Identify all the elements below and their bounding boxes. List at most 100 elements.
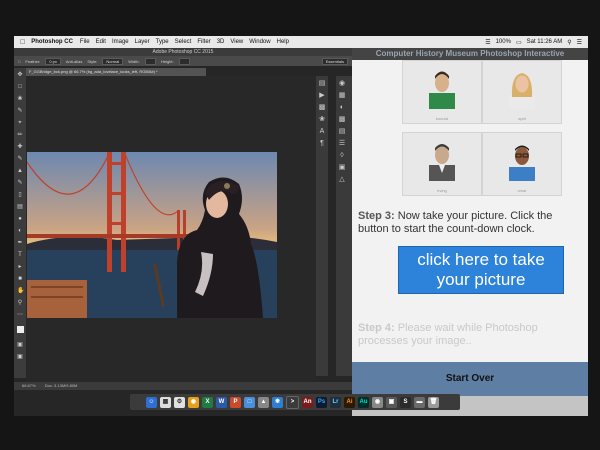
menu-app-name[interactable]: Photoshop CC [31, 39, 73, 45]
menu-file[interactable]: File [80, 39, 90, 45]
options-bar: □ Feather: 0 px Anti-alias Style: Normal… [14, 56, 352, 66]
hand-tool-icon[interactable]: ✋ [17, 288, 24, 294]
crop-tool-icon[interactable]: ⌖ [17, 120, 23, 126]
trash-icon[interactable]: 🗑 [428, 396, 439, 408]
swatches-panel-icon[interactable]: ▦ [338, 92, 346, 100]
type-tool-icon[interactable]: T [17, 252, 23, 258]
battery-percent[interactable]: 100% [496, 39, 511, 45]
quick-select-tool-icon[interactable]: ✎ [17, 108, 23, 114]
menu-filter[interactable]: Filter [197, 39, 210, 45]
lasso-tool-icon[interactable]: ❀ [17, 96, 23, 102]
menu-list-icon[interactable]: ☰ [577, 39, 582, 46]
downloads-stack-icon[interactable]: ▬ [414, 396, 425, 408]
menu-3d[interactable]: 3D [217, 39, 225, 45]
word-icon[interactable]: W [216, 396, 227, 408]
start-over-button[interactable]: Start Over [352, 362, 588, 396]
excel-icon[interactable]: X [202, 396, 213, 408]
zoom-level[interactable]: 66.67% [22, 383, 36, 388]
more-tools-icon[interactable]: ⋯ [17, 312, 23, 318]
face-thumbnail[interactable]: irving [402, 132, 482, 196]
dodge-tool-icon[interactable]: ◐ [17, 228, 23, 234]
battery-icon[interactable]: ▭ [516, 39, 522, 46]
face-thumbnail[interactable]: konrad [402, 60, 482, 124]
marquee-tool-icon[interactable]: □ [17, 84, 23, 90]
quick-mask-icon[interactable]: ▣ [17, 342, 23, 348]
foreground-color-swatch[interactable] [17, 326, 24, 333]
chm-panel-title: Computer History Museum Photoshop Intera… [352, 48, 588, 60]
screen-mode-icon[interactable]: ▣ [17, 354, 23, 360]
menu-edit[interactable]: Edit [96, 39, 106, 45]
animate-icon[interactable]: An [302, 396, 313, 408]
preview-icon[interactable]: □ [244, 396, 255, 408]
actions-panel-icon[interactable]: ▶ [318, 92, 326, 100]
layer-comps-icon[interactable]: ▩ [318, 104, 326, 112]
scripts-icon[interactable]: S [400, 396, 411, 408]
audition-icon[interactable]: Au [358, 396, 369, 408]
libraries-panel-icon[interactable]: ▤ [338, 128, 346, 136]
menu-layer[interactable]: Layer [135, 39, 150, 45]
history-panel-icon[interactable]: ▤ [318, 80, 326, 88]
width-input[interactable] [144, 57, 156, 65]
terminal-icon[interactable]: > [286, 395, 299, 409]
color-panel-icon[interactable]: ◉ [338, 80, 346, 88]
gradient-tool-icon[interactable]: ▤ [17, 204, 23, 210]
blur-tool-icon[interactable]: ● [17, 216, 23, 222]
document-tab[interactable]: F_GGBridge_bck.png @ 66.7% (bg_ada_lovel… [26, 68, 206, 76]
system-preferences-icon[interactable]: ⚙ [174, 396, 185, 408]
launchpad-icon[interactable]: ▦ [160, 396, 171, 408]
lightroom-icon[interactable]: Lr [330, 396, 341, 408]
mac-menubar:  Photoshop CC File Edit Image Layer Typ… [14, 36, 588, 48]
wifi-icon[interactable]: ☰ [485, 39, 490, 46]
style-select[interactable]: Normal [102, 57, 124, 65]
zoom-tool-icon[interactable]: ⚲ [17, 300, 23, 306]
illustrator-icon[interactable]: Ai [344, 396, 355, 408]
apple-icon[interactable]:  [20, 39, 25, 46]
document-image[interactable] [27, 152, 277, 318]
eraser-tool-icon[interactable]: ▯ [17, 192, 23, 198]
photoshop-window-title: Adobe Photoshop CC 2015 [14, 48, 352, 56]
height-input[interactable] [178, 57, 190, 65]
menu-help[interactable]: Help [277, 39, 289, 45]
photo-booth-icon[interactable]: ◉ [372, 396, 383, 408]
photoshop-dock-icon[interactable]: Ps [316, 396, 327, 408]
adjustments-panel-icon[interactable]: ◐ [338, 104, 346, 112]
shape-tool-icon[interactable]: ■ [17, 276, 23, 282]
paths-panel-icon[interactable]: △ [338, 176, 346, 184]
safari-icon[interactable]: ❋ [272, 396, 283, 408]
doc-size[interactable]: Doc: 3.13M/9.80M [45, 383, 78, 388]
layers-panel-icon[interactable]: ◊ [338, 152, 346, 160]
face-thumbnail[interactable]: april [482, 60, 562, 124]
app-store-icon[interactable]: ▲ [258, 396, 269, 408]
move-tool-icon[interactable]: ✥ [17, 72, 23, 78]
character-panel-icon[interactable]: A [318, 128, 326, 136]
menubar-clock[interactable]: Sat 11:26 AM [527, 39, 563, 45]
app-icon[interactable]: ▣ [386, 396, 397, 408]
history-brush-tool-icon[interactable]: ✎ [17, 180, 23, 186]
antialias-checkbox[interactable]: Anti-alias [66, 59, 82, 64]
channels-panel-icon[interactable]: ▣ [338, 164, 346, 172]
menu-type[interactable]: Type [156, 39, 169, 45]
face-thumbnail[interactable]: omar [482, 132, 562, 196]
menu-select[interactable]: Select [175, 39, 192, 45]
powerpoint-icon[interactable]: P [230, 396, 241, 408]
brush-tool-icon[interactable]: ✎ [17, 156, 23, 162]
properties-panel-icon[interactable]: ☰ [338, 140, 346, 148]
brush-presets-icon[interactable]: ❀ [318, 116, 326, 124]
workspace-select[interactable]: Essentials [321, 57, 348, 65]
feather-input[interactable]: 0 px [45, 57, 61, 65]
pen-tool-icon[interactable]: ✒ [17, 240, 23, 246]
healing-tool-icon[interactable]: ✚ [17, 144, 23, 150]
menu-window[interactable]: Window [249, 39, 270, 45]
path-select-tool-icon[interactable]: ▸ [17, 264, 23, 270]
eyedropper-tool-icon[interactable]: ✏ [17, 132, 23, 138]
paragraph-panel-icon[interactable]: ¶ [318, 140, 326, 148]
finder-icon[interactable]: ☺ [146, 396, 157, 408]
stamp-tool-icon[interactable]: ▲ [17, 168, 23, 174]
menu-image[interactable]: Image [112, 39, 129, 45]
marquee-tool-icon[interactable]: □ [18, 59, 20, 64]
chrome-icon[interactable]: ◉ [188, 396, 199, 408]
search-icon[interactable]: ⚲ [567, 39, 571, 46]
styles-panel-icon[interactable]: ▩ [338, 116, 346, 124]
menu-view[interactable]: View [230, 39, 243, 45]
take-picture-button[interactable]: click here to take your picture [398, 246, 564, 294]
